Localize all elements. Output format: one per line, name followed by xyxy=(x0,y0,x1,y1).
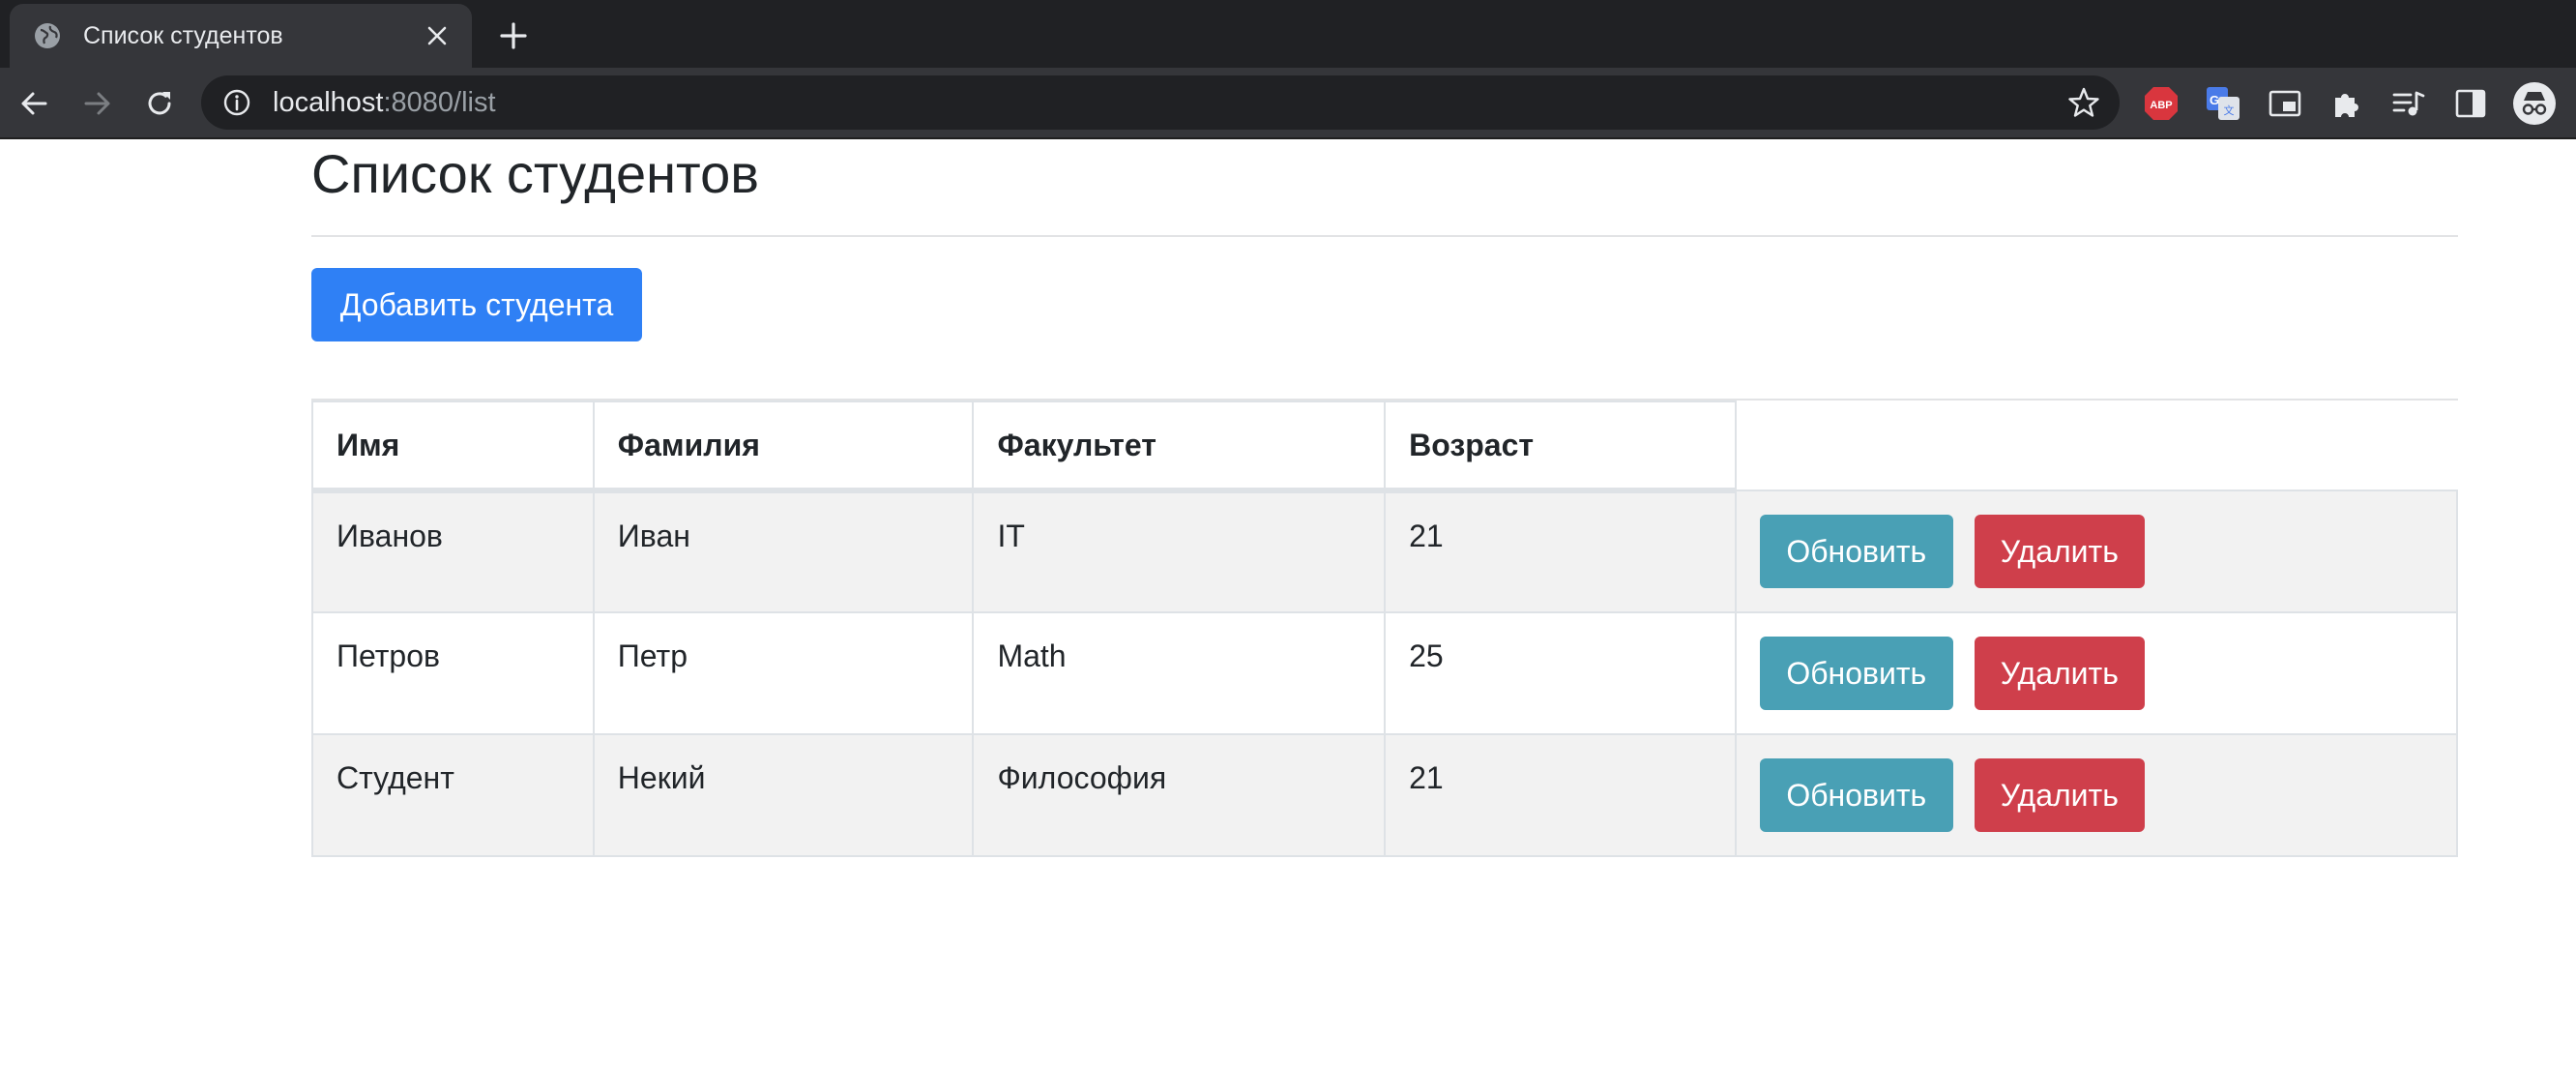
close-icon[interactable] xyxy=(420,18,454,53)
divider xyxy=(311,235,2458,237)
add-student-button[interactable]: Добавить студента xyxy=(311,268,642,341)
table-row: Петров Петр Math 25 Обновить Удалить xyxy=(311,611,2459,735)
cell-actions: Обновить Удалить xyxy=(1734,490,2459,613)
url-host: localhost xyxy=(273,86,384,118)
column-header-last-name: Фамилия xyxy=(592,400,975,493)
update-button[interactable]: Обновить xyxy=(1759,515,1953,588)
cell-last-name: Петр xyxy=(592,611,975,735)
globe-icon xyxy=(33,21,62,50)
cell-first-name: Иванов xyxy=(311,490,595,613)
cell-age: 21 xyxy=(1384,733,1737,857)
svg-text:ABP: ABP xyxy=(2150,100,2172,111)
tab-title: Список студентов xyxy=(83,21,283,49)
picture-in-picture-icon[interactable] xyxy=(2265,83,2305,124)
column-header-age: Возраст xyxy=(1384,400,1737,493)
update-button[interactable]: Обновить xyxy=(1759,758,1953,832)
cell-last-name: Некий xyxy=(592,733,975,857)
page-title: Список студентов xyxy=(311,143,759,204)
page-content: Список студентов Добавить студента Имя Ф… xyxy=(0,139,2576,1068)
cell-actions: Обновить Удалить xyxy=(1734,611,2459,735)
url-path: :8080/list xyxy=(383,86,496,118)
star-icon[interactable] xyxy=(2067,86,2100,119)
students-table: Имя Фамилия Факультет Возраст Иванов Ива… xyxy=(311,400,2459,857)
delete-button[interactable]: Удалить xyxy=(1974,515,2145,588)
side-panel-icon[interactable] xyxy=(2450,83,2491,124)
cell-faculty: Философия xyxy=(972,733,1387,857)
plus-icon[interactable] xyxy=(493,15,534,56)
browser-tabstrip: Список студентов xyxy=(0,0,2576,68)
media-queue-icon[interactable] xyxy=(2388,83,2429,124)
browser-toolbar: localhost:8080/list ABP G 文 xyxy=(0,68,2576,139)
cell-first-name: Студент xyxy=(311,733,595,857)
info-icon[interactable] xyxy=(222,88,251,117)
table-row: Студент Некий Философия 21 Обновить Удали… xyxy=(311,733,2459,857)
cell-age: 21 xyxy=(1384,490,1737,613)
back-arrow-icon[interactable] xyxy=(14,83,54,124)
google-translate-icon[interactable]: G 文 xyxy=(2203,83,2243,124)
cell-age: 25 xyxy=(1384,611,1737,735)
puzzle-icon[interactable] xyxy=(2327,83,2367,124)
update-button[interactable]: Обновить xyxy=(1759,637,1953,710)
column-header-faculty: Факультет xyxy=(972,400,1387,493)
delete-button[interactable]: Удалить xyxy=(1974,637,2145,710)
abp-icon[interactable]: ABP xyxy=(2141,83,2181,124)
cell-actions: Обновить Удалить xyxy=(1734,733,2459,857)
cell-faculty: IT xyxy=(972,490,1387,613)
browser-tab[interactable]: Список студентов xyxy=(10,4,472,68)
column-header-actions xyxy=(1735,401,2457,491)
svg-text:G: G xyxy=(2210,93,2219,107)
svg-text:文: 文 xyxy=(2224,104,2235,117)
column-header-first-name: Имя xyxy=(311,400,595,493)
table-header-row: Имя Фамилия Факультет Возраст xyxy=(311,400,2457,493)
cell-first-name: Петров xyxy=(311,611,595,735)
reload-icon[interactable] xyxy=(139,83,180,124)
incognito-icon[interactable] xyxy=(2512,81,2557,126)
cell-faculty: Math xyxy=(972,611,1387,735)
cell-last-name: Иван xyxy=(592,490,975,613)
forward-arrow-icon[interactable] xyxy=(77,83,118,124)
table-row: Иванов Иван IT 21 Обновить Удалить xyxy=(311,490,2459,613)
delete-button[interactable]: Удалить xyxy=(1974,758,2145,832)
address-bar[interactable]: localhost:8080/list xyxy=(201,75,2120,130)
